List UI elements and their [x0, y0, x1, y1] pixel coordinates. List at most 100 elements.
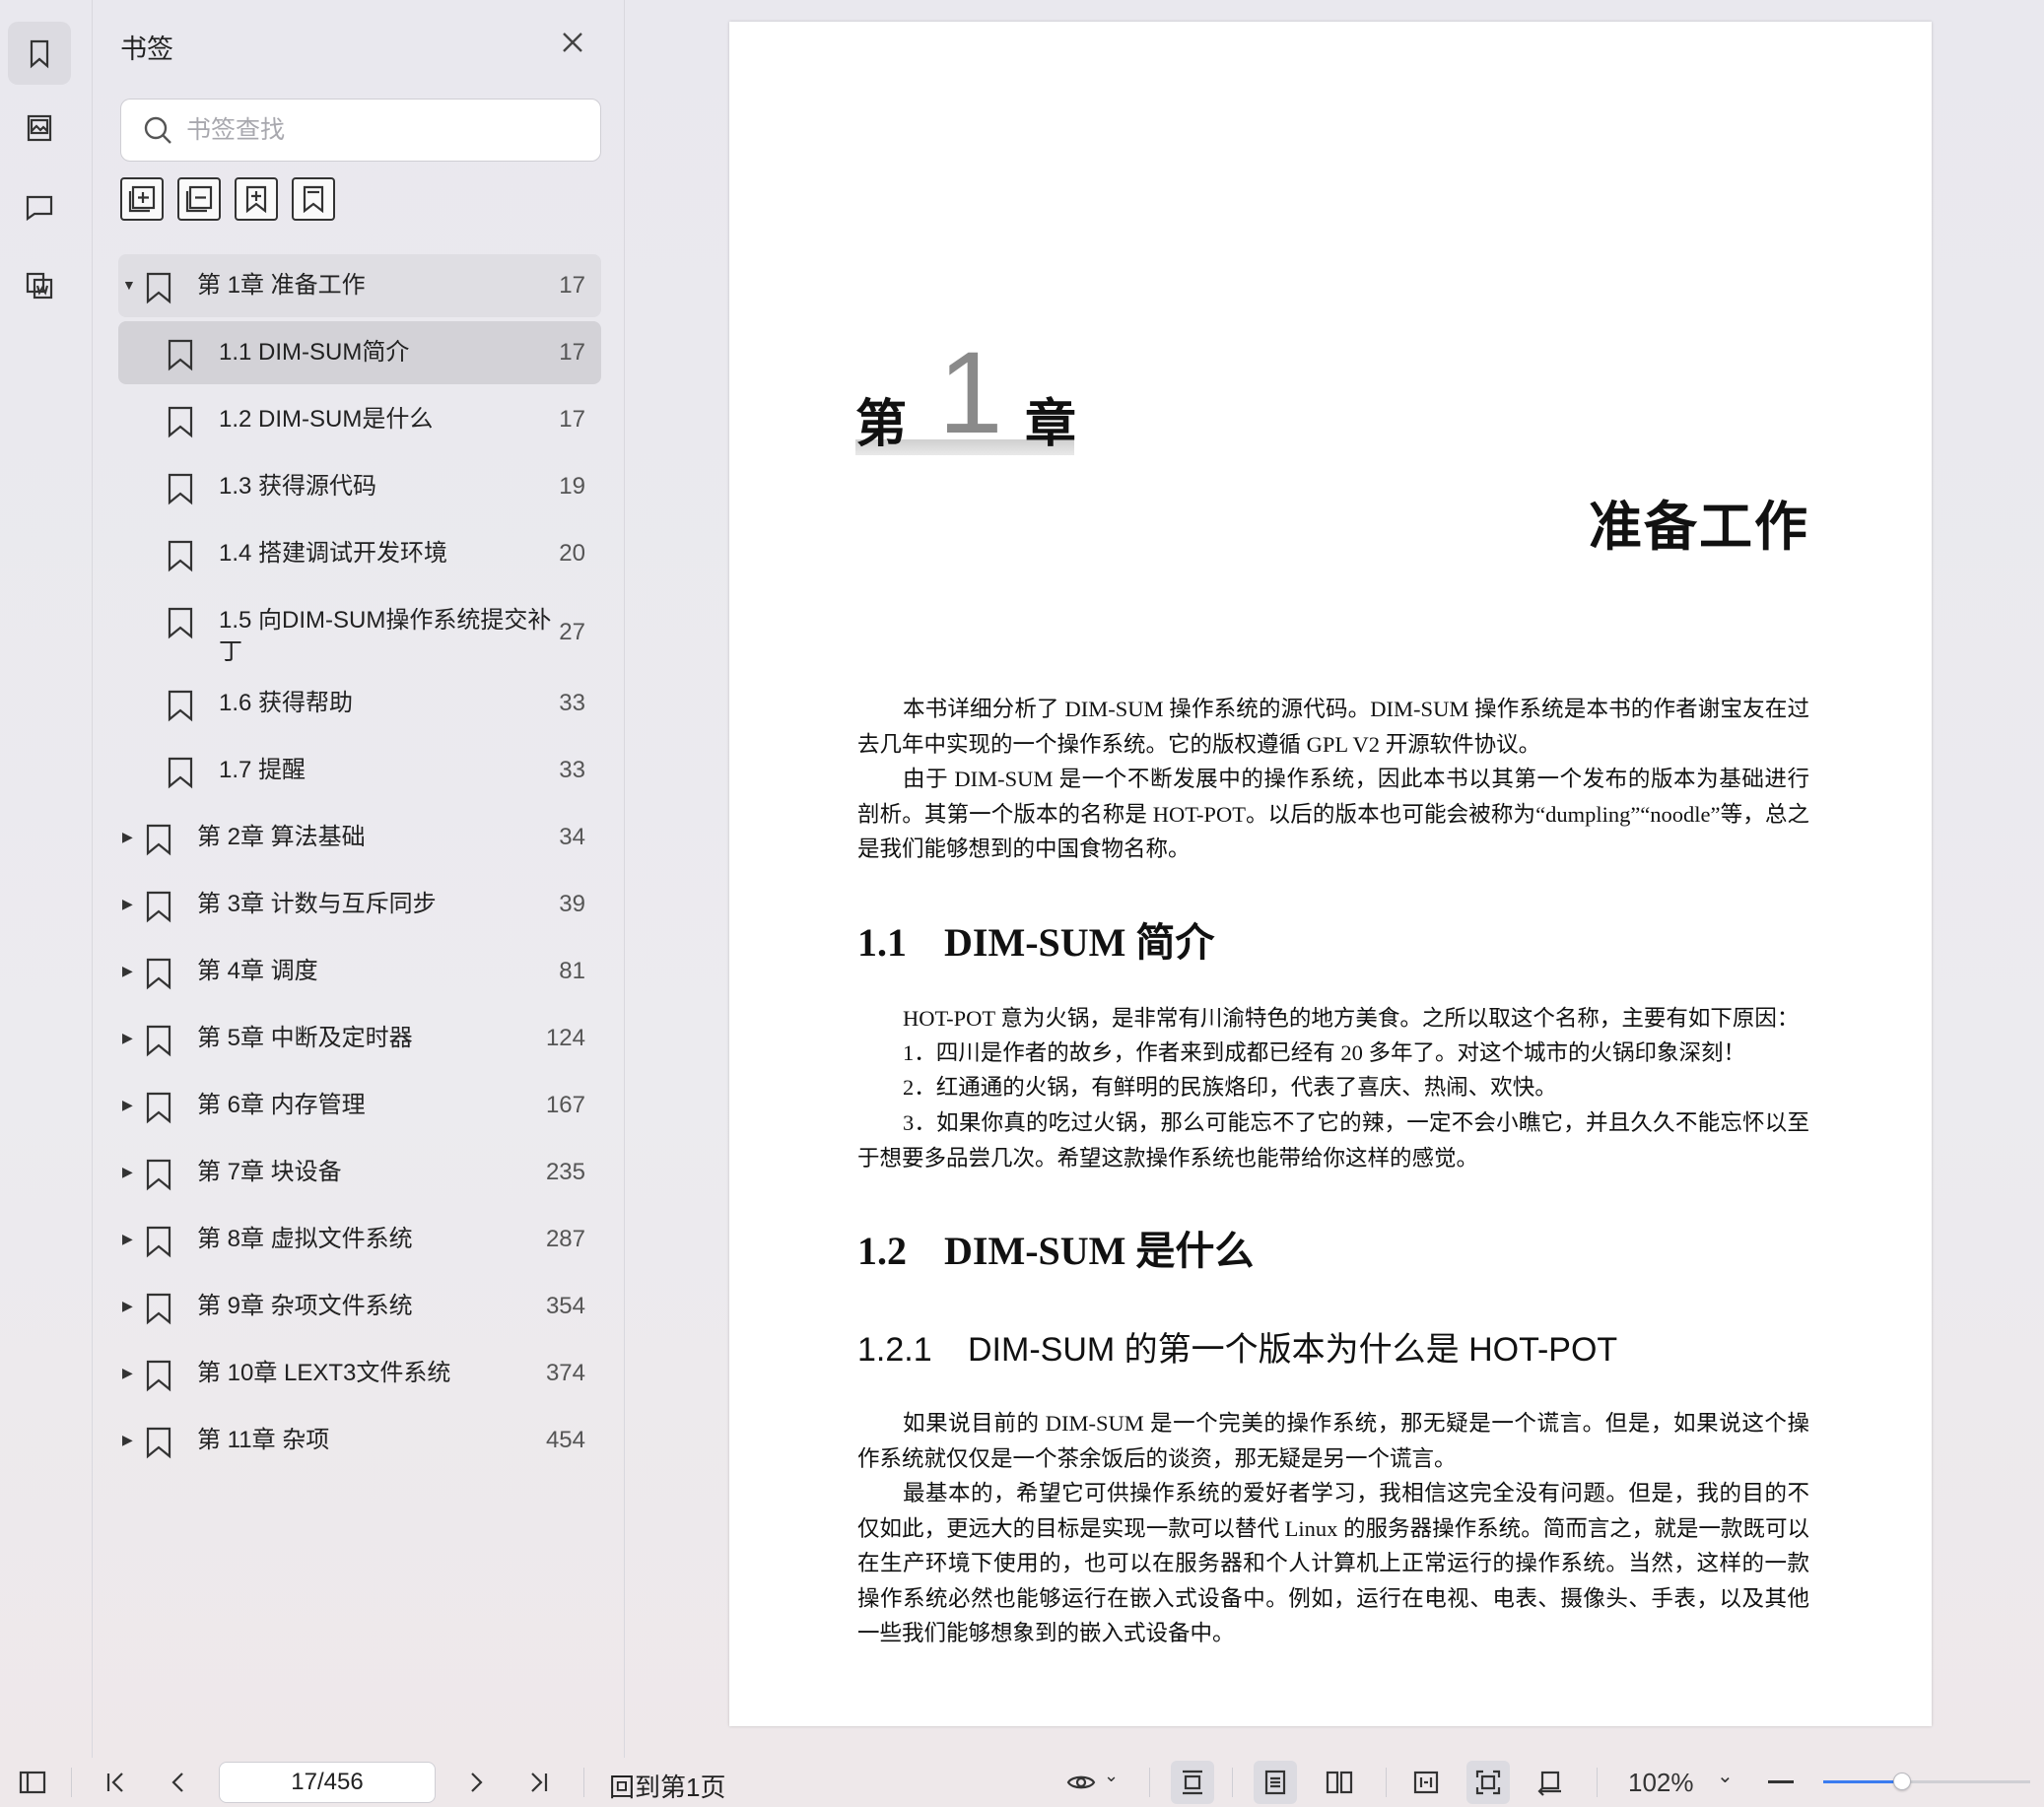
chapter-title: 准备工作 [1589, 498, 1809, 557]
subsection-heading: 1.2.1 DIM-SUM 的第一个版本为什么是 HOT-POT [857, 1322, 1617, 1371]
bookmark-item[interactable]: ▶ 第 4章 调度 81 [118, 940, 601, 1003]
comments-panel-button[interactable] [8, 175, 71, 238]
bookmark-item[interactable]: ▼ 第 1章 准备工作 17 [118, 254, 601, 317]
bookmark-item[interactable]: 1.3 获得源代码 19 [118, 455, 601, 518]
bookmark-page-number: 167 [545, 1092, 585, 1118]
bookmark-icon [144, 1358, 175, 1393]
bookmark-item[interactable]: 1.1 DIM-SUM简介 17 [118, 321, 601, 384]
thumbnails-panel-button[interactable] [8, 97, 71, 160]
view-mode-button[interactable] [1064, 1766, 1098, 1799]
last-page-button[interactable] [522, 1766, 556, 1799]
collapse-arrow-icon[interactable]: ▶ [122, 1098, 136, 1111]
collapse-arrow-icon[interactable]: ▶ [122, 830, 136, 843]
bookmark-icon [166, 471, 197, 506]
paragraph: 最基本的，希望它可供操作系统的爱好者学习，我相信这完全没有问题。但是，我的目的不… [857, 1481, 1809, 1645]
continuous-scroll-button[interactable] [1171, 1761, 1214, 1804]
bookmark-item[interactable]: ▶ 第 2章 算法基础 34 [118, 806, 601, 869]
go-to-first-page-link[interactable]: 回到第1页 [609, 1768, 725, 1804]
page-number-input[interactable] [219, 1762, 436, 1803]
first-page-button[interactable] [99, 1766, 132, 1799]
bookmark-label: 1.2 DIM-SUM是什么 [219, 406, 434, 433]
icon-rail [0, 0, 93, 1758]
bookmark-label: 第 11章 杂项 [197, 1427, 330, 1453]
bookmark-item[interactable]: ▶ 第 6章 内存管理 167 [118, 1074, 601, 1137]
chevron-right-icon [471, 1773, 483, 1792]
subsection-title: DIM-SUM 的第一个版本为什么是 HOT-POT [968, 1331, 1618, 1369]
attachments-panel-button[interactable] [8, 254, 71, 317]
collapse-all-button[interactable] [177, 177, 221, 221]
zoom-level[interactable]: 102% [1628, 1768, 1694, 1798]
chapter-number: 1 [938, 328, 1003, 458]
collapse-arrow-icon[interactable]: ▶ [122, 1433, 136, 1446]
bookmark-search [120, 99, 601, 162]
toggle-sidebar-button[interactable] [16, 1766, 49, 1799]
bookmark-item[interactable]: 1.2 DIM-SUM是什么 17 [118, 388, 601, 451]
chapter-suffix: 章 [1025, 397, 1077, 453]
rotate-page-button[interactable] [1533, 1766, 1567, 1799]
bookmark-item[interactable]: ▶ 第 3章 计数与互斥同步 39 [118, 873, 601, 936]
bookmark-item[interactable]: ▶ 第 11章 杂项 454 [118, 1409, 601, 1472]
collapse-arrow-icon[interactable]: ▶ [122, 1031, 136, 1044]
bookmark-page-number: 27 [559, 619, 585, 645]
bookmark-search-input[interactable] [186, 115, 580, 145]
paragraph: 由于 DIM-SUM 是一个不断发展中的操作系统，因此本书以其第一个发布的版本为… [857, 767, 1809, 861]
search-icon [144, 116, 171, 144]
fit-page-icon [1475, 1770, 1501, 1795]
bookmark-label: 第 3章 计数与互斥同步 [197, 891, 437, 917]
bookmarks-panel-button[interactable] [8, 22, 71, 85]
bookmark-item[interactable]: ▶ 第 7章 块设备 235 [118, 1141, 601, 1204]
subsection-number: 1.2.1 [857, 1331, 932, 1369]
bookmark-icon [303, 185, 324, 214]
image-icon [27, 114, 52, 142]
divider [1597, 1768, 1598, 1797]
bookmark-item[interactable]: 1.5 向DIM-SUM操作系统提交补丁 27 [118, 589, 601, 668]
bookmark-icon [144, 956, 175, 991]
fit-page-button[interactable] [1466, 1761, 1510, 1804]
collapse-arrow-icon[interactable]: ▶ [122, 1232, 136, 1245]
fit-width-button[interactable] [1409, 1766, 1443, 1799]
next-page-button[interactable] [459, 1766, 493, 1799]
divider [1149, 1768, 1150, 1797]
divider [1386, 1768, 1387, 1797]
two-page-button[interactable] [1323, 1766, 1356, 1799]
single-page-icon [1264, 1770, 1286, 1795]
bookmark-label: 第 5章 中断及定时器 [197, 1025, 413, 1051]
zoom-out-button[interactable] [1768, 1780, 1794, 1783]
chevron-down-icon[interactable]: ⌄ [1717, 1764, 1734, 1788]
close-sidebar-button[interactable] [558, 28, 587, 57]
list-item: 3．如果你真的吃过火锅，那么可能忘不了它的辣，一定不会小瞧它，并且久久不能忘怀以… [857, 1110, 1809, 1171]
bookmark-icon [144, 889, 175, 924]
bookmark-item[interactable]: ▶ 第 5章 中断及定时器 124 [118, 1007, 601, 1070]
fit-width-icon [1413, 1771, 1439, 1794]
bookmark-page-button[interactable] [292, 177, 335, 221]
divider [583, 1768, 584, 1797]
bookmark-page-number: 19 [559, 473, 585, 500]
collapse-arrow-icon[interactable]: ▶ [122, 1299, 136, 1312]
collapse-arrow-icon[interactable]: ▶ [122, 964, 136, 977]
bookmark-item[interactable]: ▶ 第 10章 LEXT3文件系统 374 [118, 1342, 601, 1405]
collapse-arrow-icon[interactable]: ▶ [122, 1165, 136, 1178]
bookmark-item[interactable]: ▶ 第 9章 杂项文件系统 354 [118, 1275, 601, 1338]
bookmark-item[interactable]: 1.4 搭建调试开发环境 20 [118, 522, 601, 585]
add-bookmark-button[interactable] [235, 177, 278, 221]
divider [71, 1768, 72, 1797]
paragraph: HOT-POT 意为火锅，是非常有川渝特色的地方美食。之所以取这个名称，主要有如… [903, 1006, 1800, 1031]
bookmark-page-number: 33 [559, 690, 585, 716]
section-title: DIM-SUM 简介 [944, 920, 1215, 965]
previous-page-button[interactable] [162, 1766, 195, 1799]
collapse-arrow-icon[interactable]: ▶ [122, 1366, 136, 1379]
collapse-arrow-icon[interactable]: ▶ [122, 897, 136, 910]
eye-icon [1066, 1775, 1096, 1789]
bookmark-item[interactable]: 1.7 提醒 33 [118, 739, 601, 802]
expand-all-button[interactable] [120, 177, 164, 221]
zoom-slider-handle[interactable] [1893, 1773, 1911, 1790]
expand-arrow-icon[interactable]: ▼ [122, 278, 136, 292]
bookmark-icon [166, 404, 197, 439]
bookmark-page-number: 20 [559, 540, 585, 567]
bookmark-item[interactable]: ▶ 第 8章 虚拟文件系统 287 [118, 1208, 601, 1271]
chevron-down-icon[interactable]: ⌄ [1104, 1766, 1119, 1786]
continuous-scroll-icon [1183, 1770, 1202, 1795]
collapse-all-icon [185, 185, 213, 213]
single-page-button[interactable] [1254, 1761, 1297, 1804]
bookmark-item[interactable]: 1.6 获得帮助 33 [118, 672, 601, 735]
